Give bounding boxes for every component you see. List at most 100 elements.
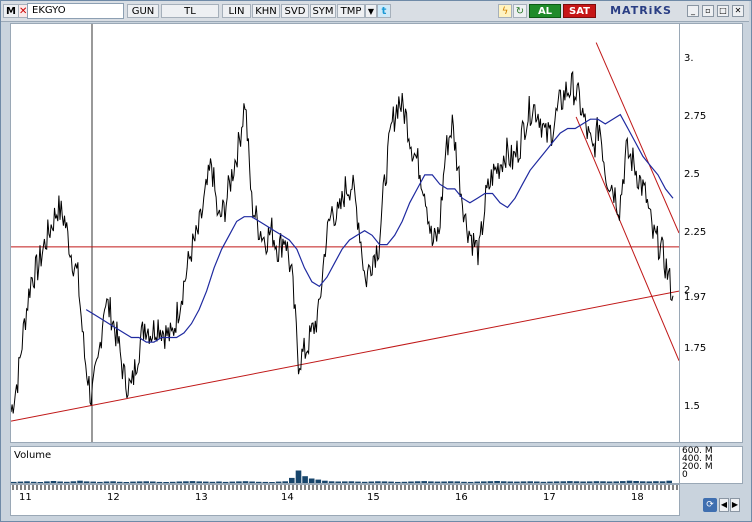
volume-bar [666,480,672,483]
volume-bar [593,481,600,483]
price-chart[interactable] [10,23,680,443]
volume-bar [659,481,666,483]
volume-bar [653,481,659,483]
volume-bar [229,481,236,483]
volume-bar [494,481,500,483]
volume-bar [646,481,653,483]
volume-bar [249,481,255,483]
volume-bar [57,481,63,483]
volume-bar [368,481,375,483]
dropdown-arrow-icon[interactable]: ▼ [365,4,377,18]
currency-button[interactable]: TL [161,4,219,18]
scroll-controls: ⟳ ◀ ▶ [679,496,741,514]
price-axis: 3. 2.75 2.5 2.25 2 1.97 1.75 1.5 [679,23,743,443]
buy-button[interactable]: AL [529,4,561,18]
svd-button[interactable]: SVD [281,4,309,18]
date-tick-label: 11 [19,492,32,503]
price-tick-label: 1.75 [684,343,707,355]
date-tick-label: 15 [367,492,380,503]
volume-bar [196,481,202,483]
scroll-left-icon[interactable]: ◀ [719,498,729,512]
volume-bar [580,481,586,483]
volume-bar [169,481,176,483]
volume-bar [11,481,17,483]
volume-bar [136,481,143,483]
volume-bar [454,481,461,483]
volume-bar [163,482,169,483]
date-tick-label: 18 [631,492,644,503]
volume-bar [567,481,573,483]
close-window-icon[interactable]: ✕ [732,5,744,17]
chart-toolbar: M ✕ EKGYO GUN TL LIN KHN SVD SYM TMP ▼ t… [1,1,749,22]
volume-bar [255,481,262,483]
khn-button[interactable]: KHN [252,4,280,18]
volume-bar [90,481,96,483]
volume-bar [355,481,361,483]
volume-chart-svg [11,470,672,483]
volume-bar [315,479,322,483]
volume-bar [216,481,222,483]
scale-lin-button[interactable]: LIN [222,4,251,18]
volume-bar [375,481,381,483]
volume-bar [613,481,619,483]
volume-bar [156,481,163,483]
volume-bar [308,478,315,483]
price-series-line [11,70,674,414]
volume-bar [24,481,30,483]
volume-bar [97,481,103,483]
menu-button[interactable]: M [3,4,19,18]
volume-bar [434,481,441,483]
minimize-icon[interactable]: _ [687,5,699,17]
volume-bar [560,481,567,483]
volume-bar [447,481,454,483]
maximize-icon[interactable]: □ [717,5,729,17]
volume-bar [586,481,593,483]
scroll-right-icon[interactable]: ▶ [730,498,740,512]
volume-bar [527,481,533,483]
volume-bar [500,481,507,483]
twitter-icon[interactable]: t [377,4,391,18]
volume-bar [507,481,514,483]
volume-bar [110,481,116,483]
volume-panel[interactable]: Volume [10,446,680,484]
volume-bar [388,481,394,483]
volume-bar [381,481,388,483]
volume-bar [342,481,348,483]
volume-bar [295,470,302,483]
restore-icon[interactable]: ▫ [702,5,714,17]
volume-bar [222,481,229,483]
volume-bar [282,481,288,483]
volume-bar [262,481,269,483]
period-button[interactable]: GUN [127,4,159,18]
volume-bar [428,481,434,483]
price-tick-label: 1.5 [684,401,700,413]
lightning-icon[interactable]: ϟ [498,4,512,18]
volume-bar [143,481,149,483]
tmp-button[interactable]: TMP [337,4,365,18]
refresh-icon[interactable]: ↻ [513,4,527,18]
volume-bar [302,476,308,483]
volume-bar [64,481,70,483]
date-tick-label: 14 [281,492,294,503]
volume-bar [401,481,408,483]
volume-bar [626,480,633,483]
price-tick-label: 2.5 [684,168,700,180]
sync-icon[interactable]: ⟳ [703,498,717,512]
volume-bar [44,481,50,483]
support-trendline [11,290,679,422]
sell-button[interactable]: SAT [563,4,596,18]
volume-bar [414,481,421,483]
volume-bar [242,481,249,483]
symbol-input[interactable]: EKGYO [27,3,124,19]
volume-bar [322,480,328,483]
volume-bar [606,481,613,483]
volume-bar [17,481,24,483]
volume-bar [639,481,646,483]
volume-bar [461,481,467,483]
sym-button[interactable]: SYM [310,4,336,18]
volume-bar [189,481,196,483]
volume-bar [620,481,626,483]
price-chart-svg[interactable] [11,24,679,442]
volume-bar [123,482,130,483]
volume-bar [30,481,37,483]
